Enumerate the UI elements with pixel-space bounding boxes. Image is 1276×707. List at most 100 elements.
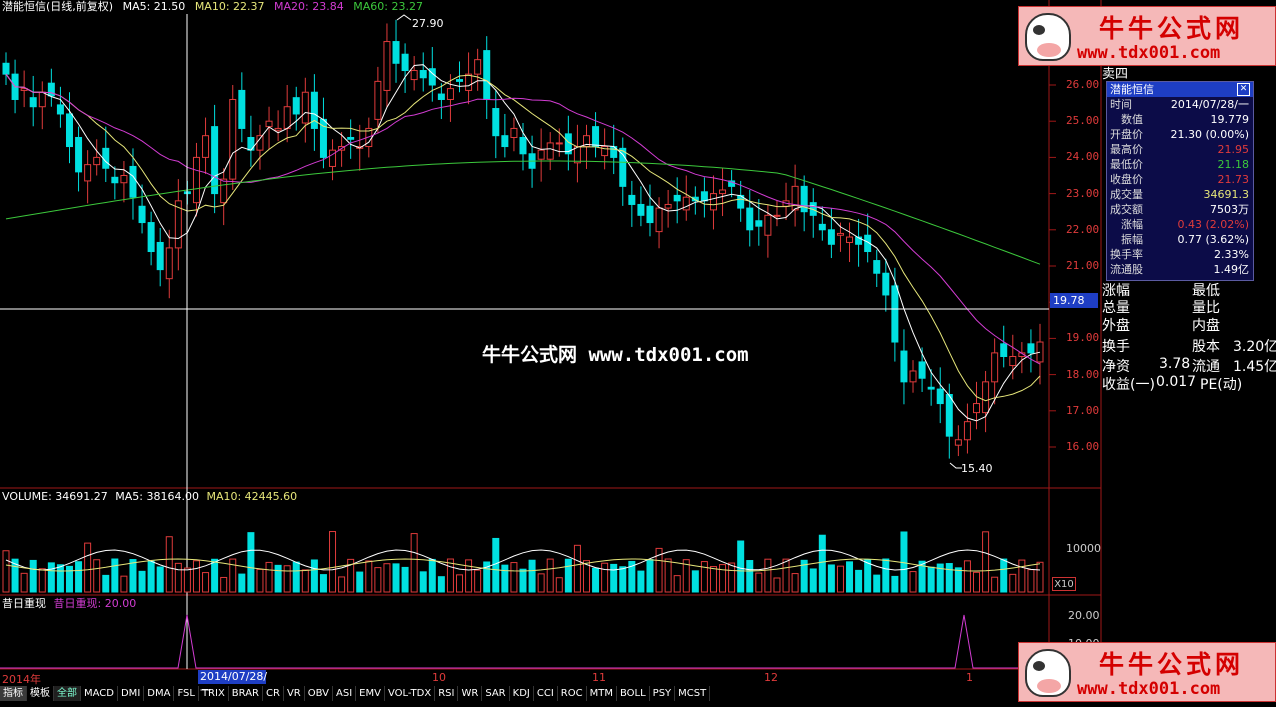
- volume-bar: [782, 558, 790, 593]
- data-window-value: 1.49亿: [1213, 263, 1250, 276]
- indicator-tab[interactable]: EMV: [356, 686, 385, 701]
- volume-bar: [755, 572, 763, 593]
- price-axis-label: 25.00: [1066, 114, 1100, 127]
- close-icon[interactable]: ✕: [1237, 83, 1250, 96]
- indicator-tab[interactable]: PSY: [650, 686, 676, 701]
- quote-label: 股本: [1192, 339, 1220, 355]
- indicator-tab[interactable]: MACD: [81, 686, 118, 701]
- candle-body: [483, 50, 491, 100]
- indicator-tab[interactable]: VOL-TDX: [385, 686, 436, 701]
- quote-value: 1.45亿: [1233, 359, 1276, 375]
- indicator-tab[interactable]: KDJ: [510, 686, 534, 701]
- candle-body: [836, 232, 844, 236]
- candle-body: [900, 350, 908, 383]
- candle-body: [891, 285, 899, 343]
- peak-high-marker: [396, 14, 412, 21]
- indicator-tab[interactable]: SAR: [482, 686, 510, 701]
- indicator-tab[interactable]: RSI: [435, 686, 459, 701]
- volume-bar: [818, 534, 826, 593]
- indicator-tab[interactable]: ASI: [333, 686, 357, 701]
- data-window-row: 时间 2014/07/28/一: [1107, 97, 1253, 112]
- indicator-tab[interactable]: MTM: [587, 686, 617, 701]
- volume-bar: [573, 544, 581, 593]
- volume-bar: [238, 573, 246, 593]
- volume-bar: [329, 531, 337, 593]
- quote-row: 外盘 内盘: [1102, 315, 1220, 335]
- indicator-tab[interactable]: FSL: [174, 686, 199, 701]
- price-axis-label: 26.00: [1066, 78, 1100, 91]
- candle-body: [991, 352, 999, 383]
- volume-axis-value: 10000: [1066, 542, 1101, 555]
- candle-body: [791, 185, 799, 211]
- candle-body: [827, 229, 835, 245]
- candle-body: [437, 93, 445, 100]
- volume-bar: [836, 565, 844, 593]
- volume-label: VOLUME: 34691.27: [2, 490, 108, 503]
- candle-body: [238, 89, 246, 129]
- volume-bar: [982, 531, 990, 593]
- data-window-titlebar[interactable]: 潜能恒信 ✕: [1107, 82, 1253, 97]
- indicator-tab[interactable]: 全部: [54, 686, 81, 701]
- indicator-tab[interactable]: CCI: [534, 686, 558, 701]
- candle-body: [38, 91, 46, 108]
- indicator-tab[interactable]: VR: [284, 686, 305, 701]
- volume-bar: [310, 559, 318, 593]
- indicator-tab[interactable]: WR: [458, 686, 483, 701]
- candle-body: [147, 222, 155, 253]
- indicator-tab[interactable]: TRIX: [199, 686, 229, 701]
- x-axis-month: 11: [592, 671, 606, 684]
- indicator-tab[interactable]: BRAR: [229, 686, 263, 701]
- candle-body: [764, 214, 772, 236]
- volume-bar: [47, 562, 55, 593]
- data-window[interactable]: 潜能恒信 ✕ 时间 2014/07/28/一 数值 19.779 开盘价 21.30 (0…: [1106, 81, 1254, 281]
- indicator-tab[interactable]: OBV: [305, 686, 333, 701]
- indicator-tab[interactable]: ROC: [558, 686, 587, 701]
- candle-body: [555, 142, 563, 145]
- ma20-value: MA20: 23.84: [274, 0, 344, 13]
- volume-bar: [138, 570, 146, 593]
- watermark-url: www.tdx001.com: [1077, 43, 1221, 63]
- data-window-value: 0.77 (3.62%): [1177, 233, 1249, 246]
- candle-body: [2, 62, 10, 75]
- indicator-tab[interactable]: 指标: [0, 686, 27, 701]
- indicator-tab[interactable]: CR: [263, 686, 284, 701]
- candle-body: [773, 214, 781, 217]
- candle-body: [637, 203, 645, 216]
- data-window-value: 2014/07/28/一: [1170, 98, 1249, 111]
- candle-body: [945, 394, 953, 437]
- candle-body: [954, 439, 962, 446]
- candle-body: [401, 53, 409, 72]
- indicator-tab[interactable]: DMA: [144, 686, 175, 701]
- data-window-row: 最低价 21.18: [1107, 157, 1253, 172]
- volume-bar: [963, 560, 971, 593]
- volume-bar: [1027, 569, 1035, 593]
- volume-bar: [211, 558, 219, 593]
- volume-bar: [84, 542, 92, 593]
- x-axis-selected-date: 2014/07/28/一: [198, 670, 268, 697]
- volume-bar: [428, 558, 436, 593]
- volume-bar: [120, 575, 128, 593]
- candle-body: [592, 126, 600, 148]
- quote-value: 3.78: [1159, 356, 1191, 372]
- volume-bar: [555, 577, 563, 593]
- indicator-tab[interactable]: 模板: [27, 686, 54, 701]
- indicator-tab[interactable]: BOLL: [617, 686, 650, 701]
- volume-bar: [873, 574, 881, 593]
- quote-row: 总量 量比: [1102, 297, 1220, 317]
- candle-body: [56, 104, 64, 115]
- cow-logo-icon: [1025, 13, 1071, 61]
- ma20-line: [5, 73, 1041, 365]
- indicator-tab[interactable]: MCST: [675, 686, 711, 701]
- volume-bar: [292, 561, 300, 593]
- x-axis-month: 12: [764, 671, 778, 684]
- volume-bar: [610, 563, 618, 593]
- ma5-value: MA5: 21.50: [122, 0, 186, 13]
- candle-body: [410, 70, 418, 81]
- volume-bar: [737, 540, 745, 593]
- indicator-tab[interactable]: DMI: [118, 686, 145, 701]
- candle-body: [374, 80, 382, 120]
- x-axis-year: 2014年: [2, 673, 41, 686]
- volume-bar: [619, 566, 627, 593]
- data-window-row: 涨幅 0.43 (2.02%): [1107, 217, 1253, 232]
- watermark-url: www.tdx001.com: [1077, 679, 1221, 699]
